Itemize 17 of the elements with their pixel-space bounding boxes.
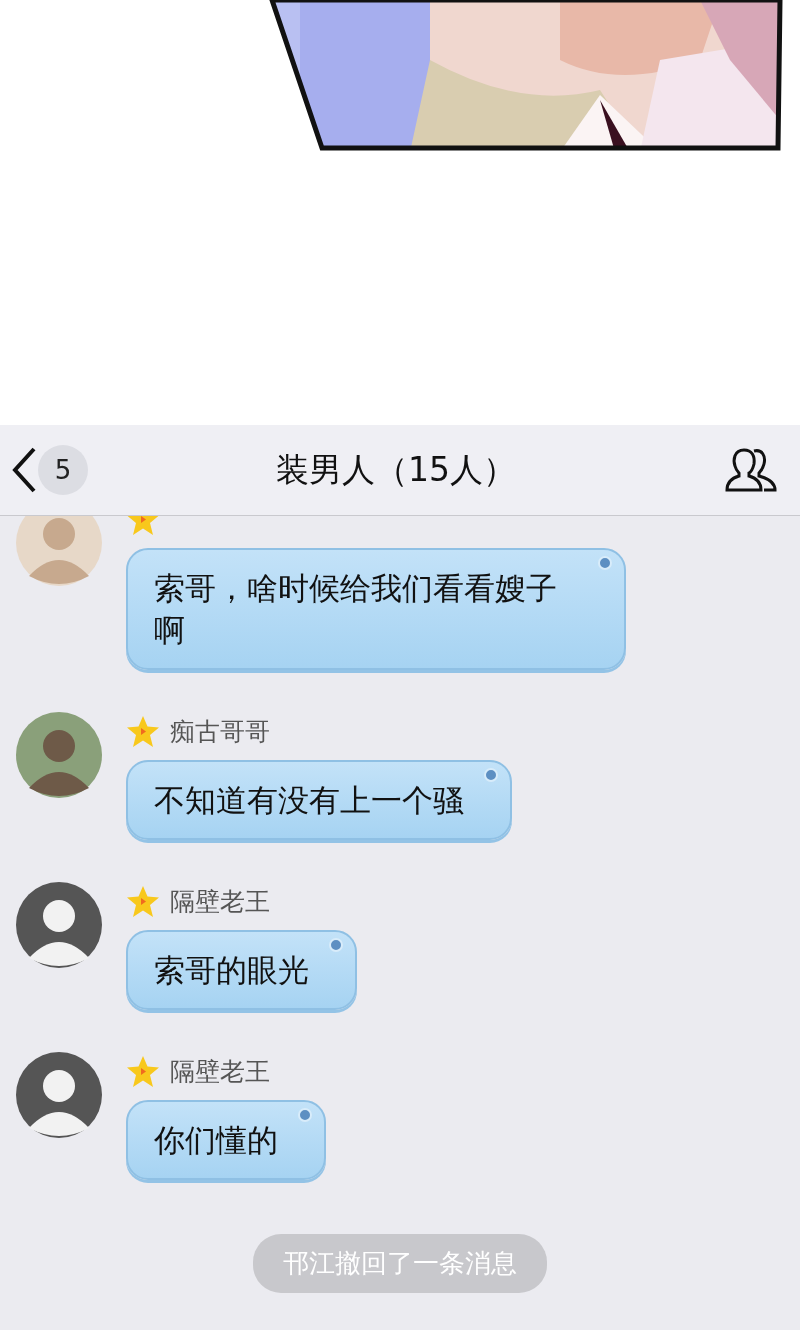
chat-title: 装男人（15人） [275, 448, 517, 491]
avatar-icon[interactable] [16, 882, 102, 968]
sender-name: 隔壁老王 [170, 885, 270, 918]
sender-name: 隔壁老王 [170, 1055, 270, 1088]
avatar-icon[interactable] [16, 712, 102, 798]
sender-name: 痴古哥哥 [170, 715, 270, 748]
star-icon [126, 1054, 160, 1088]
star-icon [126, 884, 160, 918]
back-icon[interactable] [10, 446, 38, 494]
message-bubble: 索哥，啥时候给我们看看嫂子啊 [126, 548, 626, 670]
avatar-icon[interactable] [16, 1052, 102, 1138]
group-members-icon[interactable] [724, 446, 778, 494]
star-icon [126, 714, 160, 748]
message-bubble: 索哥的眼光 [126, 930, 357, 1010]
unread-count: 5 [38, 445, 88, 495]
message-bubble: 你们懂的 [126, 1100, 326, 1180]
message-bubble: 不知道有没有上一个骚 [126, 760, 512, 840]
